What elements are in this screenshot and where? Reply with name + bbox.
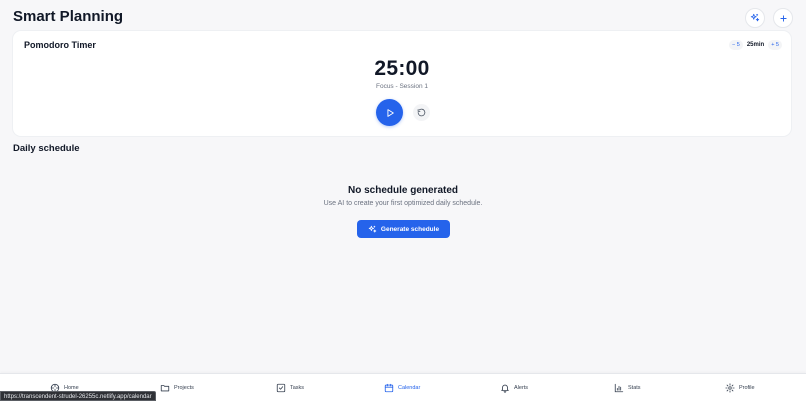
nav-item-profile[interactable]: Profile	[725, 382, 755, 394]
pomodoro-title: Pomodoro Timer	[24, 40, 96, 50]
generate-schedule-button[interactable]: Generate schedule	[357, 220, 450, 238]
nav-label-profile: Profile	[739, 385, 755, 391]
page-header: Smart Planning	[13, 8, 793, 28]
nav-item-tasks[interactable]: Tasks	[276, 382, 304, 394]
nav-label-projects: Projects	[174, 385, 194, 391]
nav-label-tasks: Tasks	[290, 385, 305, 391]
add-button[interactable]	[773, 8, 793, 28]
duration-value: 25min	[746, 42, 765, 48]
gear-icon	[725, 383, 735, 393]
session-label: Focus - Session 1	[375, 83, 429, 90]
increase-duration-button[interactable]: + 5	[768, 40, 782, 50]
bar-chart-icon	[614, 383, 624, 393]
play-button[interactable]	[376, 99, 403, 126]
nav-label-stats: Stats	[628, 385, 641, 391]
nav-label-calendar: Calendar	[398, 385, 421, 391]
ai-sparkles-button[interactable]	[745, 8, 765, 28]
nav-label-alerts: Alerts	[514, 385, 529, 391]
timer-display: 25:00	[374, 57, 430, 80]
pomodoro-card: Pomodoro Timer − 5 25min + 5 25:00 Focus…	[13, 31, 791, 136]
reset-button[interactable]	[413, 104, 430, 121]
nav-item-stats[interactable]: Stats	[614, 382, 641, 394]
generate-schedule-label: Generate schedule	[380, 225, 440, 233]
empty-state-title: No schedule generated	[347, 185, 459, 196]
page-title: Smart Planning	[13, 8, 124, 25]
plus-icon	[779, 14, 787, 22]
empty-state-subtitle: Use AI to create your first optimized da…	[323, 200, 483, 207]
calendar-icon	[384, 383, 394, 393]
duration-controls: − 5 25min + 5	[729, 40, 782, 50]
play-icon	[386, 108, 394, 117]
sparkles-icon	[368, 225, 377, 232]
bell-icon	[501, 384, 509, 393]
checkbox-icon	[276, 383, 286, 393]
status-bar-url: https://transcendent-strudel-26255c.netl…	[0, 391, 156, 401]
sparkles-icon	[750, 13, 760, 22]
daily-schedule-heading: Daily schedule	[13, 143, 80, 154]
folder-icon	[160, 385, 170, 392]
nav-item-alerts[interactable]: Alerts	[500, 382, 528, 394]
nav-item-calendar[interactable]: Calendar	[384, 382, 420, 394]
nav-item-projects[interactable]: Projects	[160, 382, 194, 394]
reset-icon	[417, 108, 426, 117]
decrease-duration-button[interactable]: − 5	[729, 40, 743, 50]
